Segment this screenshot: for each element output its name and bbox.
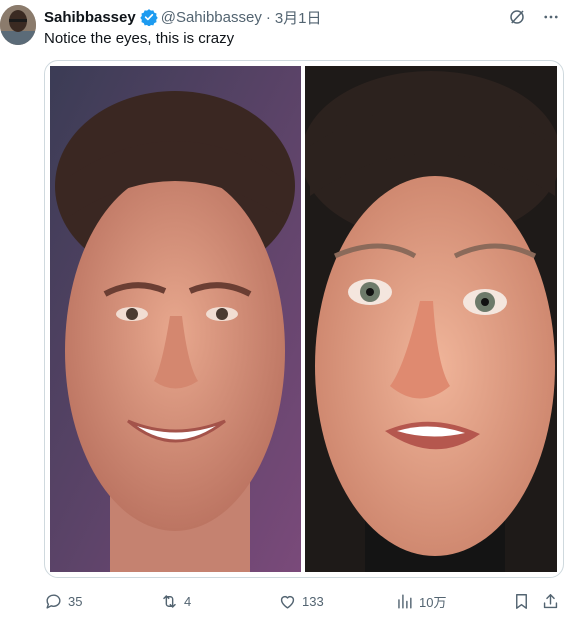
bookmark-button[interactable] (512, 590, 531, 612)
reply-icon (44, 592, 63, 611)
like-button[interactable]: 133 (278, 590, 324, 612)
bookmark-icon (512, 592, 531, 611)
tweet-text: Notice the eyes, this is crazy (44, 30, 235, 47)
retweet-count: 4 (184, 593, 192, 609)
media-grid[interactable] (44, 60, 564, 578)
timestamp[interactable]: 3月1日 (275, 7, 322, 28)
view-count: 10万 (419, 594, 447, 610)
separator: · (265, 8, 271, 26)
like-count: 133 (302, 593, 324, 609)
display-name[interactable]: Sahibbassey (44, 9, 136, 26)
handle[interactable]: @Sahibbassey (161, 9, 262, 26)
retweet-icon (160, 592, 179, 611)
action-bar: 35 4 133 10万 (44, 590, 564, 612)
reply-count: 35 (68, 593, 83, 609)
share-icon (541, 592, 560, 611)
photo-left[interactable] (50, 66, 301, 572)
photo-right[interactable] (305, 66, 557, 572)
grok-icon[interactable] (507, 7, 527, 27)
retweet-button[interactable]: 4 (160, 590, 191, 612)
more-icon[interactable] (541, 7, 561, 27)
views-button[interactable]: 10万 (395, 590, 446, 612)
tweet-header: Sahibbassey @Sahibbassey · 3月1日 (44, 7, 561, 27)
verified-badge-icon (140, 8, 158, 26)
share-button[interactable] (541, 590, 560, 612)
reply-button[interactable]: 35 (44, 590, 82, 612)
avatar[interactable] (0, 5, 36, 45)
views-icon (395, 592, 414, 611)
like-icon (278, 592, 297, 611)
